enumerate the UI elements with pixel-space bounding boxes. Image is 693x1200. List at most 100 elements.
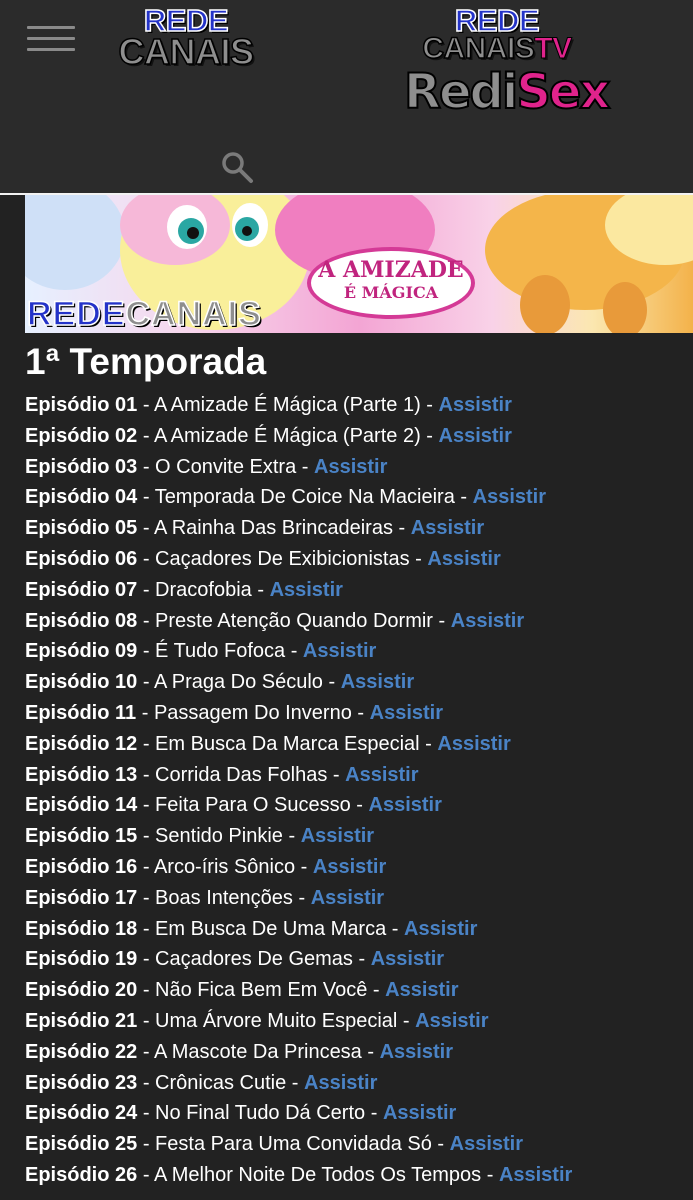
episode-separator: - [142,424,150,447]
search-icon[interactable] [220,150,254,184]
episode-number: Episódio 18 [25,917,138,940]
episode-separator: - [425,732,432,755]
episode-title: É Tudo Fofoca [155,640,286,663]
watch-link[interactable]: Assistir [341,671,414,693]
episode-separator: - [300,855,308,878]
episode-title: Em Busca Da Marca Especial [155,732,420,755]
watch-link[interactable]: Assistir [303,640,376,662]
episode-separator: - [142,547,150,570]
episode-separator: - [328,671,336,694]
episode-separator: - [142,1133,150,1156]
watch-link[interactable]: Assistir [270,579,343,601]
episode-title: Não Fica Bem Em Você [155,979,368,1002]
episode-number: Episódio 01 [25,394,138,416]
episode-number: Episódio 03 [25,455,138,478]
episode-separator: - [437,1133,445,1156]
episode-separator: - [142,578,150,601]
logo-left-line2: CANAIS [118,31,255,73]
episode-title: A Mascote Da Princesa [153,1040,362,1063]
episode-number: Episódio 22 [25,1040,138,1063]
episode-separator: - [142,825,150,848]
episode-number: Episódio 02 [25,424,138,447]
redisex-logo[interactable]: RediSex [403,67,611,132]
watch-link[interactable]: Assistir [499,1164,572,1186]
watch-link[interactable]: Assistir [380,1041,453,1063]
watch-link[interactable]: Assistir [437,733,510,755]
episode-item: Episódio 13 - Corrida Das Folhas - Assis… [25,760,693,791]
episode-title: Arco-íris Sônico [153,855,296,878]
watch-link[interactable]: Assistir [301,825,374,847]
episode-item: Episódio 12 - Em Busca Da Marca Especial… [25,729,693,760]
episode-item: Episódio 16 - Arco-íris Sônico - Assisti… [25,852,693,883]
episode-title: Sentido Pinkie [155,825,283,848]
episode-number: Episódio 24 [25,1102,138,1125]
episode-separator: - [142,517,150,540]
episode-number: Episódio 05 [25,517,138,540]
watch-link[interactable]: Assistir [427,548,500,570]
episode-item: Episódio 14 - Feita Para O Sucesso - Ass… [25,790,693,821]
rede-canais-logo[interactable]: REDE CANAIS [100,4,272,73]
episode-separator: - [142,855,150,878]
episode-item: Episódio 25 - Festa Para Uma Convidada S… [25,1129,693,1160]
logo-tv-suffix: TV [534,32,573,66]
episode-list: Episódio 01 - A Amizade É Mágica (Parte … [25,390,693,1191]
watch-link[interactable]: Assistir [439,394,512,416]
episode-title: Dracofobia [155,578,252,601]
watch-link[interactable]: Assistir [371,948,444,970]
episode-separator: - [332,763,340,786]
episode-title: A Melhor Noite De Todos Os Tempos [153,1163,482,1186]
episode-separator: - [142,486,150,509]
episode-item: Episódio 22 - A Mascote Da Princesa - As… [25,1037,693,1068]
episode-separator: - [301,455,309,478]
episode-title: Em Busca De Uma Marca [155,917,387,940]
watch-link[interactable]: Assistir [415,1010,488,1032]
episode-title: Festa Para Uma Convidada Só [155,1133,432,1156]
season-title: 1ª Temporada [25,341,267,382]
watch-link[interactable]: Assistir [370,702,443,724]
episode-number: Episódio 11 [25,701,137,724]
watch-link[interactable]: Assistir [385,979,458,1001]
watch-link[interactable]: Assistir [311,887,384,909]
episode-title: Caçadores De Gemas [155,948,353,971]
episode-title: Preste Atenção Quando Dormir [155,609,433,632]
episode-separator: - [142,1102,150,1125]
episode-separator: - [142,732,150,755]
show-banner: A AMIZADE É MÁGICA REDECANAIS [25,195,693,333]
episode-separator: - [290,640,298,663]
episode-number: Episódio 07 [25,578,138,601]
watch-link[interactable]: Assistir [304,1072,377,1094]
episode-item: Episódio 01 - A Amizade É Mágica (Parte … [25,390,693,421]
watch-link[interactable]: Assistir [450,1133,523,1155]
episode-item: Episódio 11 - Passagem Do Inverno - Assi… [25,698,693,729]
watch-link[interactable]: Assistir [313,856,386,878]
episode-title: A Rainha Das Brincadeiras [153,517,393,540]
watch-link[interactable]: Assistir [383,1102,456,1124]
watch-link[interactable]: Assistir [411,517,484,539]
episode-item: Episódio 04 - Temporada De Coice Na Maci… [25,482,693,513]
watch-link[interactable]: Assistir [404,918,477,940]
rede-canais-tv-logo[interactable]: REDE CANAISTV [404,4,590,66]
episode-section: 1ª Temporada Episódio 01 - A Amizade É M… [25,338,693,1191]
episode-title: Crônicas Cutie [155,1071,287,1094]
episode-number: Episódio 23 [25,1071,138,1094]
episode-title: Uma Árvore Muito Especial [155,1009,398,1032]
watch-link[interactable]: Assistir [345,764,418,786]
episode-number: Episódio 17 [25,886,138,909]
episode-separator: - [142,1040,150,1063]
episode-number: Episódio 19 [25,948,138,971]
episode-separator: - [142,979,150,1002]
watch-link[interactable]: Assistir [473,486,546,508]
watch-link[interactable]: Assistir [439,425,512,447]
episode-separator: - [142,1071,150,1094]
episode-number: Episódio 20 [25,979,138,1002]
episode-title: A Amizade É Mágica (Parte 2) [153,424,421,447]
episode-separator: - [142,886,150,909]
episode-item: Episódio 26 - A Melhor Noite De Todos Os… [25,1160,693,1191]
watch-link[interactable]: Assistir [369,794,442,816]
watch-link[interactable]: Assistir [451,610,524,632]
watch-link[interactable]: Assistir [314,456,387,478]
episode-separator: - [257,578,264,601]
hamburger-menu-icon[interactable] [27,26,75,52]
episode-number: Episódio 10 [25,671,138,694]
site-header: REDE CANAIS REDE CANAISTV RediSex [0,0,693,195]
